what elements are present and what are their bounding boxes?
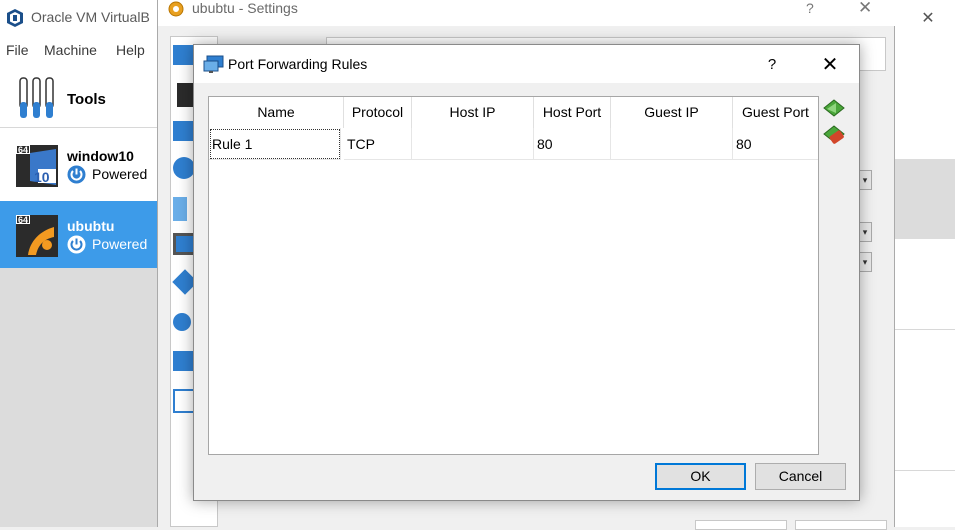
settings-gear-icon (168, 1, 184, 17)
details-divider (895, 470, 955, 471)
column-header-protocol[interactable]: Protocol (344, 97, 412, 128)
manager-close-icon[interactable]: ✕ (910, 3, 946, 33)
remove-rule-icon[interactable] (823, 125, 845, 145)
column-header-host-port[interactable]: Host Port (534, 97, 611, 128)
vm-state: Powered (92, 236, 148, 252)
os-version: 10 (34, 169, 50, 185)
close-icon[interactable]: ✕ (808, 49, 852, 79)
cell-name[interactable]: Rule 1 (209, 128, 341, 160)
dropdown-arrow[interactable]: ▾ (858, 252, 872, 272)
settings-titlebar: ububtu - Settings ? ✕ (158, 0, 896, 26)
vm-item-ububtu[interactable]: 64 ububtu Powered (0, 201, 160, 271)
settings-close-icon[interactable]: ✕ (858, 0, 872, 18)
cell-host-port[interactable]: 80 (534, 128, 611, 160)
details-divider (895, 329, 955, 330)
settings-ok-button[interactable] (695, 520, 787, 530)
cell-guest-port[interactable]: 80 (733, 128, 818, 160)
cell-host-ip[interactable] (412, 128, 534, 160)
dialog-title: Port Forwarding Rules (228, 56, 368, 72)
tools-label: Tools (67, 91, 106, 108)
settings-help-button[interactable]: ? (806, 0, 814, 16)
storage-icon[interactable] (173, 157, 195, 179)
column-header-host-ip[interactable]: Host IP (412, 97, 534, 128)
manager-menubar: File Machine Help (0, 38, 160, 62)
sidebar-empty-area (0, 268, 160, 527)
power-icon (67, 165, 86, 184)
manager-title: Oracle VM VirtualB (31, 9, 150, 25)
vm-name: window10 (67, 148, 134, 164)
manager-titlebar: Oracle VM VirtualB (0, 0, 160, 36)
os-badge: 64 (18, 145, 29, 155)
cancel-button[interactable]: Cancel (755, 463, 846, 490)
menu-help[interactable]: Help (116, 42, 145, 58)
ok-button[interactable]: OK (655, 463, 746, 490)
vm-name: ububtu (67, 218, 115, 234)
cell-protocol[interactable]: TCP (344, 128, 412, 160)
manager-details-pane (895, 36, 955, 527)
column-header-guest-port[interactable]: Guest Port (733, 97, 818, 128)
tools-icon (19, 77, 54, 118)
settings-cancel-button[interactable] (795, 520, 887, 530)
vbox-logo-icon (7, 9, 23, 27)
os-badge: 64 (18, 215, 29, 225)
audio-icon[interactable] (173, 197, 187, 221)
vm-item-window10[interactable]: 64 10 window10 Powered (0, 131, 160, 201)
settings-title: ububtu - Settings (192, 0, 298, 16)
usb-icon[interactable] (173, 313, 191, 331)
tools-item[interactable]: Tools (0, 66, 160, 128)
port-forwarding-dialog: Port Forwarding Rules ? ✕ Name Protocol … (193, 44, 860, 501)
cell-guest-ip[interactable] (611, 128, 733, 160)
add-rule-icon[interactable] (823, 99, 845, 119)
rules-table[interactable]: Name Protocol Host IP Host Port Guest IP… (208, 96, 819, 455)
column-header-name[interactable]: Name (209, 97, 344, 128)
menu-machine[interactable]: Machine (44, 42, 97, 58)
column-header-guest-ip[interactable]: Guest IP (611, 97, 733, 128)
menu-file[interactable]: File (6, 42, 29, 58)
help-button[interactable]: ? (752, 49, 792, 79)
dropdown-arrow[interactable]: ▾ (858, 170, 872, 190)
dropdown-arrow[interactable]: ▾ (858, 222, 872, 242)
power-icon (67, 235, 86, 254)
network-icon (203, 55, 224, 73)
vm-state: Powered (92, 166, 148, 182)
details-band (895, 159, 955, 239)
